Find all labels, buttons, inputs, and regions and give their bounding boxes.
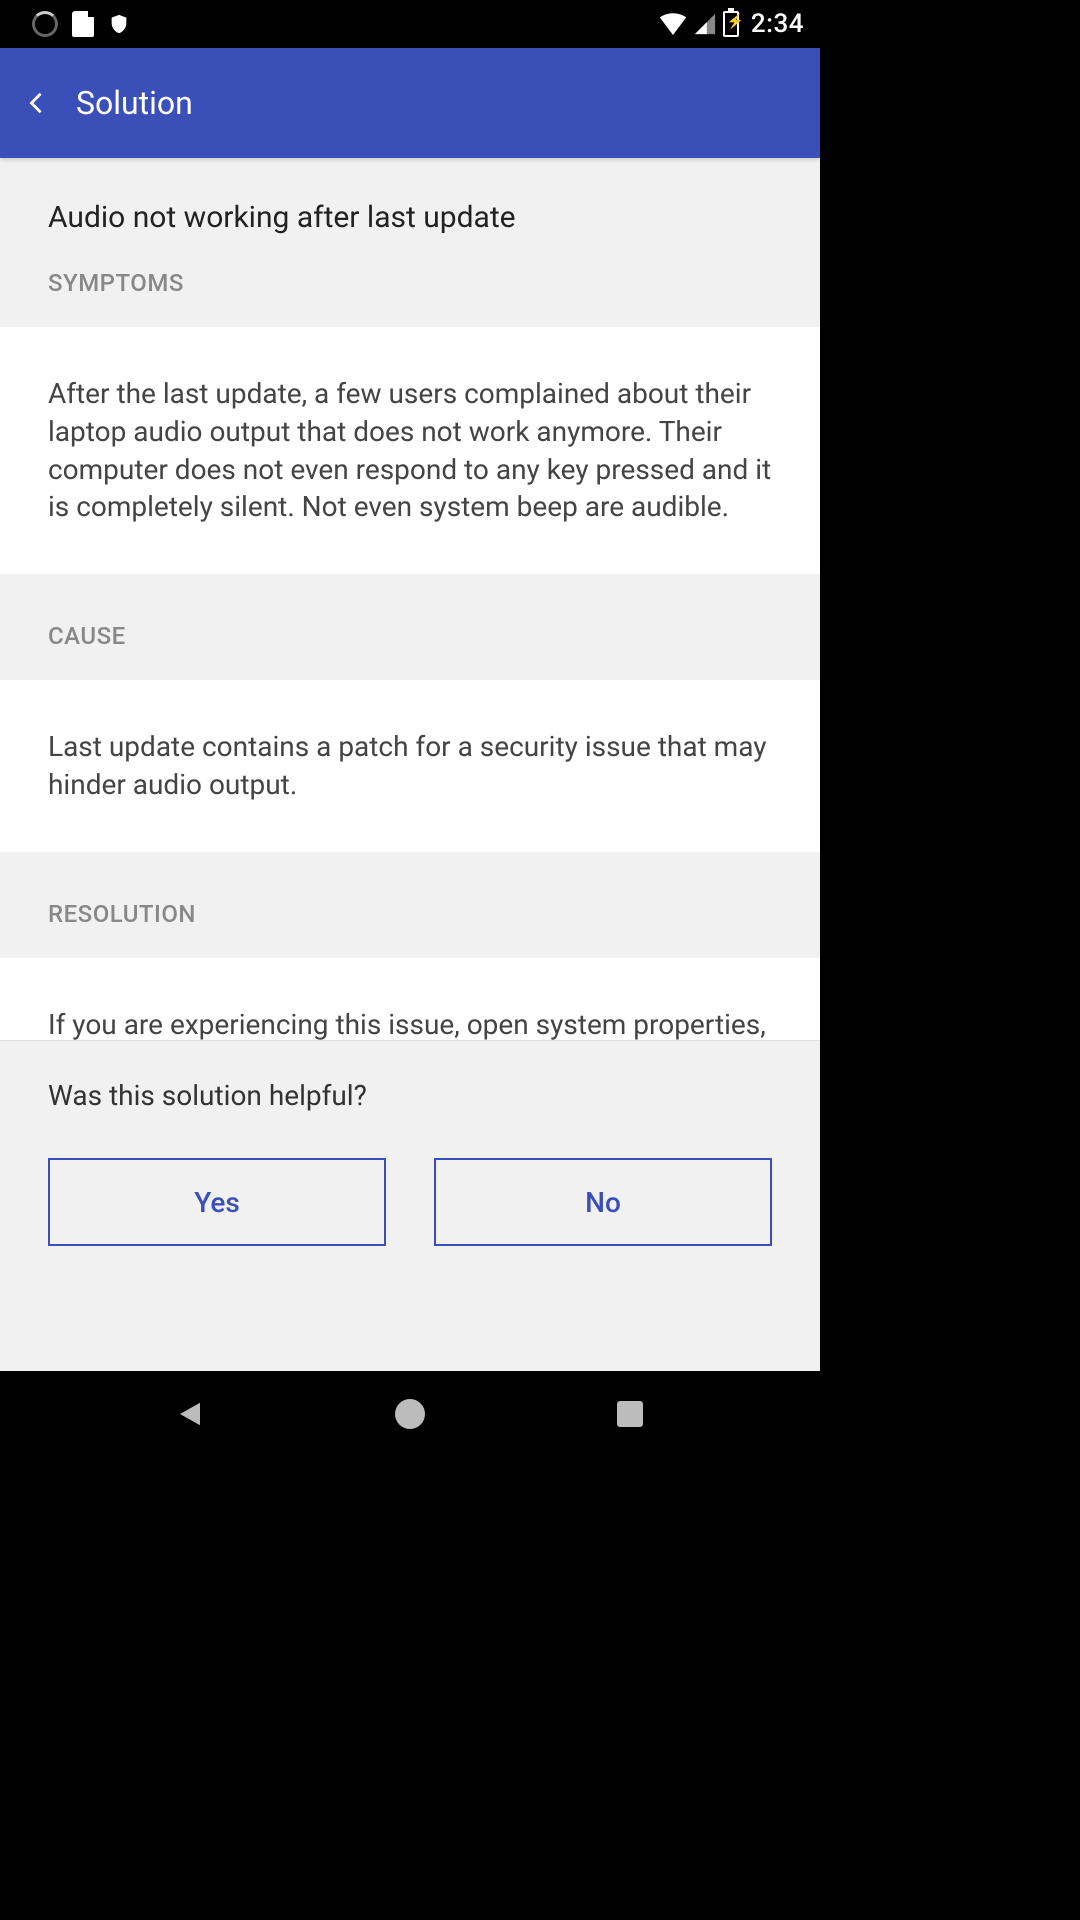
section-body-cause: Last update contains a patch for a secur… [0, 680, 820, 852]
section-body-symptoms: After the last update, a few users compl… [0, 327, 820, 574]
status-right-icons: ⚡ 2:34 [659, 9, 808, 39]
feedback-no-button[interactable]: No [434, 1158, 772, 1246]
battery-charging-icon: ⚡ [723, 11, 739, 37]
sd-card-icon [72, 11, 94, 37]
nav-recent-button[interactable] [612, 1396, 648, 1432]
shield-icon [108, 11, 130, 37]
section-heading-resolution: RESOLUTION [0, 900, 820, 958]
status-bar: ⚡ 2:34 [0, 0, 820, 48]
content-area: Audio not working after last update SYMP… [0, 158, 820, 1371]
section-heading-cause: CAUSE [0, 622, 820, 680]
nav-back-button[interactable] [172, 1396, 208, 1432]
status-time: 2:34 [745, 9, 808, 39]
wifi-icon [659, 13, 687, 35]
back-button[interactable] [16, 83, 56, 123]
app-bar: Solution [0, 48, 820, 158]
signal-icon [693, 13, 717, 35]
feedback-panel: Was this solution helpful? Yes No [0, 1040, 820, 1286]
feedback-buttons: Yes No [48, 1158, 772, 1246]
nav-home-button[interactable] [392, 1396, 428, 1432]
nav-back-icon [175, 1399, 205, 1429]
nav-recent-icon [617, 1401, 643, 1427]
nav-bar [0, 1371, 820, 1456]
loading-icon [32, 11, 58, 37]
chevron-left-icon [25, 92, 47, 114]
status-left-icons [12, 11, 130, 37]
article-title: Audio not working after last update [0, 158, 820, 269]
feedback-question: Was this solution helpful? [48, 1079, 772, 1112]
page-title: Solution [76, 84, 193, 122]
section-heading-symptoms: SYMPTOMS [0, 269, 820, 327]
feedback-yes-button[interactable]: Yes [48, 1158, 386, 1246]
nav-home-icon [395, 1399, 425, 1429]
